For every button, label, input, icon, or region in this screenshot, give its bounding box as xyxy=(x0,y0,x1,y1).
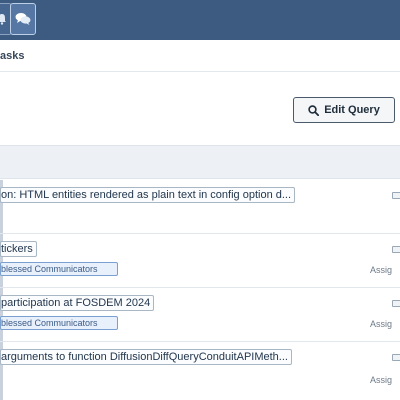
row-action-icon[interactable] xyxy=(392,354,400,361)
task-title-link[interactable]: arguments to function DiffusionDiffQuery… xyxy=(0,349,292,365)
task-title-link[interactable]: tickers xyxy=(0,241,37,257)
task-row[interactable]: tickers blessed Communicators Assig xyxy=(0,234,400,288)
task-row[interactable]: arguments to function DiffusionDiffQuery… xyxy=(0,342,400,400)
notification-icon xyxy=(0,14,6,25)
row-action-icon[interactable] xyxy=(392,246,400,253)
edit-query-label: Edit Query xyxy=(324,104,380,116)
task-title-link[interactable]: on: HTML entities rendered as plain text… xyxy=(0,187,296,203)
row-action-icon[interactable] xyxy=(392,300,400,307)
edit-query-button[interactable]: Edit Query xyxy=(293,97,395,123)
project-tag[interactable]: blessed Communicators xyxy=(0,262,118,276)
row-action-icon[interactable] xyxy=(392,192,400,199)
assigned-label: Assig xyxy=(370,375,393,385)
task-row[interactable]: participation at FOSDEM 2024 blessed Com… xyxy=(0,288,400,342)
task-row[interactable]: on: HTML entities rendered as plain text… xyxy=(0,180,400,234)
results-header-band xyxy=(0,145,400,179)
search-icon xyxy=(308,104,320,116)
task-title-link[interactable]: participation at FOSDEM 2024 xyxy=(0,295,155,311)
chat-bubbles-icon xyxy=(15,13,31,25)
assigned-label: Assig xyxy=(370,265,393,275)
breadcrumb-item-tasks[interactable]: asks xyxy=(0,50,24,62)
project-tag[interactable]: blessed Communicators xyxy=(0,316,118,330)
top-navigation-bar xyxy=(0,0,400,40)
messages-button[interactable] xyxy=(10,3,36,35)
assigned-label: Assig xyxy=(370,319,393,329)
breadcrumb: asks xyxy=(0,40,400,72)
